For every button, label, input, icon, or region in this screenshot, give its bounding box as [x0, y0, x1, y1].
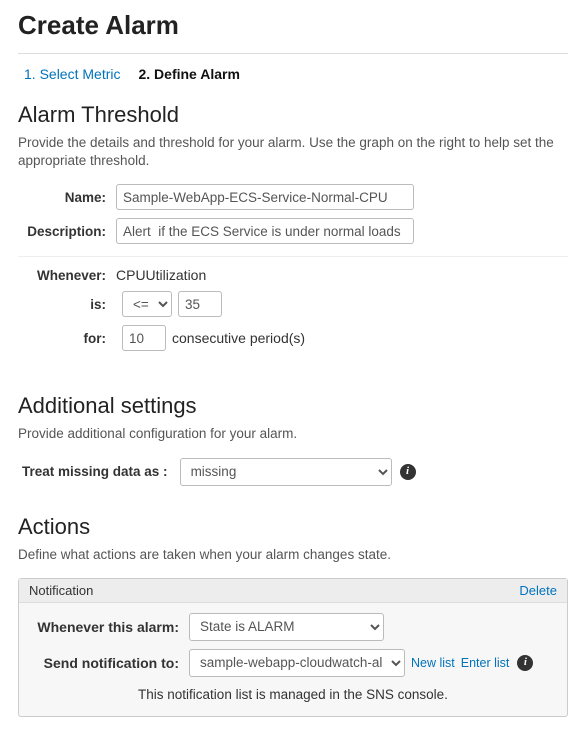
label-name: Name: [18, 190, 116, 205]
step-select-metric[interactable]: 1. Select Metric [24, 66, 120, 82]
step-define-alarm[interactable]: 2. Define Alarm [138, 66, 239, 82]
label-description: Description: [18, 224, 116, 239]
comparison-operator-select[interactable]: <= [122, 291, 172, 317]
actions-desc: Define what actions are taken when your … [18, 546, 568, 564]
delete-notification-link[interactable]: Delete [519, 583, 557, 598]
label-whenever-alarm: Whenever this alarm: [31, 619, 189, 635]
label-send-to: Send notification to: [31, 655, 189, 671]
page-title: Create Alarm [18, 0, 568, 54]
threshold-desc: Provide the details and threshold for yo… [18, 134, 568, 170]
label-for: for: [18, 331, 116, 346]
notification-target-select[interactable]: sample-webapp-cloudwatch-alerts [189, 649, 405, 677]
alarm-name-input[interactable] [116, 184, 414, 210]
additional-desc: Provide additional configuration for you… [18, 425, 568, 443]
whenever-metric: CPUUtilization [116, 267, 206, 283]
section-title-threshold: Alarm Threshold [18, 102, 568, 128]
notification-header-label: Notification [29, 583, 93, 598]
label-treat-missing: Treat missing data as : [18, 464, 180, 479]
section-title-actions: Actions [18, 514, 568, 540]
threshold-value-input[interactable] [178, 291, 222, 317]
wizard-steps: 1. Select Metric 2. Define Alarm [18, 64, 568, 96]
for-suffix: consecutive period(s) [172, 330, 305, 346]
label-is: is: [18, 297, 116, 312]
divider [18, 256, 568, 257]
alarm-state-select[interactable]: State is ALARM [189, 613, 384, 641]
label-whenever: Whenever: [18, 268, 116, 283]
info-icon[interactable]: i [400, 464, 416, 480]
section-title-additional: Additional settings [18, 393, 568, 419]
info-icon[interactable]: i [517, 655, 533, 671]
sns-managed-note: This notification list is managed in the… [31, 687, 555, 702]
evaluation-periods-input[interactable] [122, 325, 166, 351]
alarm-description-input[interactable] [116, 218, 414, 244]
notification-box: Notification Delete Whenever this alarm:… [18, 578, 568, 717]
treat-missing-data-select[interactable]: missing [180, 458, 392, 486]
